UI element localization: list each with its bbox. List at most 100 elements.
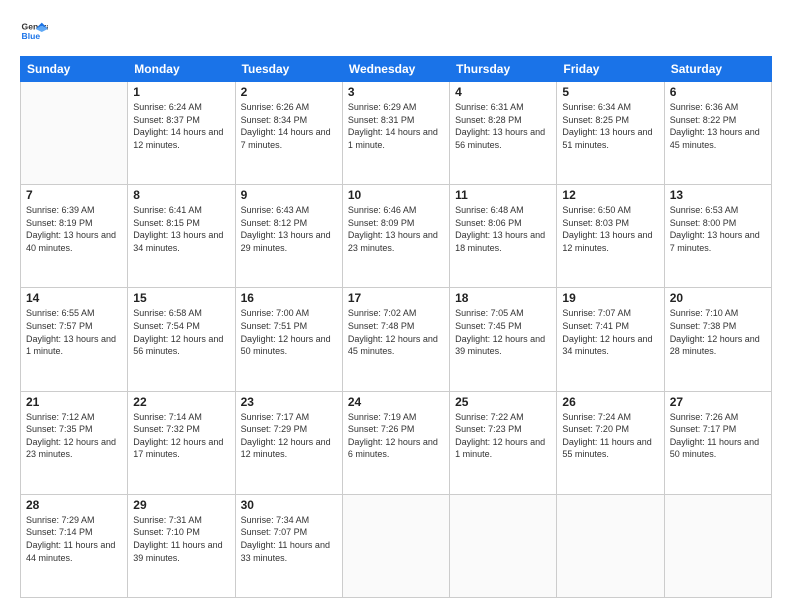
cell-day-number: 16 — [241, 291, 337, 305]
cell-sun-info: Sunrise: 6:55 AMSunset: 7:57 PMDaylight:… — [26, 307, 122, 357]
cell-day-number: 15 — [133, 291, 229, 305]
calendar-cell — [342, 494, 449, 597]
cell-sun-info: Sunrise: 7:22 AMSunset: 7:23 PMDaylight:… — [455, 411, 551, 461]
cell-day-number: 23 — [241, 395, 337, 409]
header: General Blue — [20, 18, 772, 46]
cell-sun-info: Sunrise: 7:05 AMSunset: 7:45 PMDaylight:… — [455, 307, 551, 357]
cell-sun-info: Sunrise: 7:00 AMSunset: 7:51 PMDaylight:… — [241, 307, 337, 357]
calendar-cell: 29 Sunrise: 7:31 AMSunset: 7:10 PMDayligh… — [128, 494, 235, 597]
calendar-cell: 10Sunrise: 6:46 AMSunset: 8:09 PMDayligh… — [342, 185, 449, 288]
calendar-cell — [664, 494, 771, 597]
calendar-cell: 13Sunrise: 6:53 AMSunset: 8:00 PMDayligh… — [664, 185, 771, 288]
cell-sun-info: Sunrise: 7:19 AMSunset: 7:26 PMDaylight:… — [348, 411, 444, 461]
cell-day-number: 22 — [133, 395, 229, 409]
calendar-cell — [450, 494, 557, 597]
cell-sun-info: Sunrise: 7:26 AMSunset: 7:17 PMDaylight:… — [670, 411, 766, 461]
cell-sun-info: Sunrise: 6:34 AMSunset: 8:25 PMDaylight:… — [562, 101, 658, 151]
cell-sun-info: Sunrise: 7:29 AMSunset: 7:14 PMDaylight:… — [26, 514, 122, 564]
calendar-table: SundayMondayTuesdayWednesdayThursdayFrid… — [20, 56, 772, 598]
day-header-sunday: Sunday — [21, 57, 128, 82]
cell-day-number: 26 — [562, 395, 658, 409]
day-header-wednesday: Wednesday — [342, 57, 449, 82]
cell-day-number: 11 — [455, 188, 551, 202]
cell-sun-info: Sunrise: 7:17 AMSunset: 7:29 PMDaylight:… — [241, 411, 337, 461]
calendar-cell: 24 Sunrise: 7:19 AMSunset: 7:26 PMDayligh… — [342, 391, 449, 494]
calendar-cell — [557, 494, 664, 597]
calendar-cell: 19 Sunrise: 7:07 AMSunset: 7:41 PMDayligh… — [557, 288, 664, 391]
calendar-cell: 3Sunrise: 6:29 AMSunset: 8:31 PMDaylight… — [342, 82, 449, 185]
calendar-cell: 2 Sunrise: 6:26 AMSunset: 8:34 PMDaylight… — [235, 82, 342, 185]
cell-day-number: 8 — [133, 188, 229, 202]
calendar-week-2: 7 Sunrise: 6:39 AMSunset: 8:19 PMDaylight… — [21, 185, 772, 288]
cell-sun-info: Sunrise: 6:24 AMSunset: 8:37 PMDaylight:… — [133, 101, 229, 151]
cell-day-number: 19 — [562, 291, 658, 305]
cell-day-number: 13 — [670, 188, 766, 202]
cell-sun-info: Sunrise: 7:12 AMSunset: 7:35 PMDaylight:… — [26, 411, 122, 461]
calendar-cell: 23 Sunrise: 7:17 AMSunset: 7:29 PMDayligh… — [235, 391, 342, 494]
cell-sun-info: Sunrise: 6:43 AMSunset: 8:12 PMDaylight:… — [241, 204, 337, 254]
calendar-cell: 6Sunrise: 6:36 AMSunset: 8:22 PMDaylight… — [664, 82, 771, 185]
cell-sun-info: Sunrise: 6:26 AMSunset: 8:34 PMDaylight:… — [241, 101, 337, 151]
cell-day-number: 14 — [26, 291, 122, 305]
calendar-cell: 9 Sunrise: 6:43 AMSunset: 8:12 PMDaylight… — [235, 185, 342, 288]
cell-sun-info: Sunrise: 7:34 AMSunset: 7:07 PMDaylight:… — [241, 514, 337, 564]
calendar-cell: 12 Sunrise: 6:50 AMSunset: 8:03 PMDayligh… — [557, 185, 664, 288]
calendar-cell: 21 Sunrise: 7:12 AMSunset: 7:35 PMDayligh… — [21, 391, 128, 494]
cell-day-number: 30 — [241, 498, 337, 512]
calendar-cell: 7 Sunrise: 6:39 AMSunset: 8:19 PMDaylight… — [21, 185, 128, 288]
cell-sun-info: Sunrise: 6:31 AMSunset: 8:28 PMDaylight:… — [455, 101, 551, 151]
day-header-saturday: Saturday — [664, 57, 771, 82]
calendar-cell: 15 Sunrise: 6:58 AMSunset: 7:54 PMDayligh… — [128, 288, 235, 391]
cell-day-number: 7 — [26, 188, 122, 202]
cell-sun-info: Sunrise: 6:39 AMSunset: 8:19 PMDaylight:… — [26, 204, 122, 254]
cell-sun-info: Sunrise: 6:58 AMSunset: 7:54 PMDaylight:… — [133, 307, 229, 357]
svg-text:Blue: Blue — [22, 31, 41, 41]
cell-day-number: 5 — [562, 85, 658, 99]
generalblue-logo-icon: General Blue — [20, 18, 48, 46]
cell-sun-info: Sunrise: 7:10 AMSunset: 7:38 PMDaylight:… — [670, 307, 766, 357]
day-header-monday: Monday — [128, 57, 235, 82]
cell-day-number: 4 — [455, 85, 551, 99]
cell-day-number: 29 — [133, 498, 229, 512]
calendar-cell: 5 Sunrise: 6:34 AMSunset: 8:25 PMDaylight… — [557, 82, 664, 185]
cell-sun-info: Sunrise: 6:41 AMSunset: 8:15 PMDaylight:… — [133, 204, 229, 254]
calendar-cell: 28 Sunrise: 7:29 AMSunset: 7:14 PMDayligh… — [21, 494, 128, 597]
calendar-cell — [21, 82, 128, 185]
calendar-week-5: 28 Sunrise: 7:29 AMSunset: 7:14 PMDayligh… — [21, 494, 772, 597]
calendar-week-3: 14 Sunrise: 6:55 AMSunset: 7:57 PMDayligh… — [21, 288, 772, 391]
cell-sun-info: Sunrise: 7:14 AMSunset: 7:32 PMDaylight:… — [133, 411, 229, 461]
cell-sun-info: Sunrise: 7:07 AMSunset: 7:41 PMDaylight:… — [562, 307, 658, 357]
cell-day-number: 9 — [241, 188, 337, 202]
calendar-week-4: 21 Sunrise: 7:12 AMSunset: 7:35 PMDayligh… — [21, 391, 772, 494]
calendar-cell: 22 Sunrise: 7:14 AMSunset: 7:32 PMDayligh… — [128, 391, 235, 494]
cell-day-number: 17 — [348, 291, 444, 305]
cell-day-number: 20 — [670, 291, 766, 305]
day-header-tuesday: Tuesday — [235, 57, 342, 82]
calendar-cell: 16 Sunrise: 7:00 AMSunset: 7:51 PMDayligh… — [235, 288, 342, 391]
cell-day-number: 3 — [348, 85, 444, 99]
calendar-cell: 26Sunrise: 7:24 AMSunset: 7:20 PMDayligh… — [557, 391, 664, 494]
cell-day-number: 2 — [241, 85, 337, 99]
cell-day-number: 24 — [348, 395, 444, 409]
cell-sun-info: Sunrise: 6:36 AMSunset: 8:22 PMDaylight:… — [670, 101, 766, 151]
calendar-cell: 17 Sunrise: 7:02 AMSunset: 7:48 PMDayligh… — [342, 288, 449, 391]
calendar-cell: 1Sunrise: 6:24 AMSunset: 8:37 PMDaylight… — [128, 82, 235, 185]
cell-day-number: 18 — [455, 291, 551, 305]
cell-day-number: 21 — [26, 395, 122, 409]
day-header-thursday: Thursday — [450, 57, 557, 82]
calendar-week-1: 1Sunrise: 6:24 AMSunset: 8:37 PMDaylight… — [21, 82, 772, 185]
cell-day-number: 28 — [26, 498, 122, 512]
calendar-cell: 14 Sunrise: 6:55 AMSunset: 7:57 PMDayligh… — [21, 288, 128, 391]
calendar-cell: 25 Sunrise: 7:22 AMSunset: 7:23 PMDayligh… — [450, 391, 557, 494]
cell-sun-info: Sunrise: 7:31 AMSunset: 7:10 PMDaylight:… — [133, 514, 229, 564]
cell-day-number: 27 — [670, 395, 766, 409]
calendar-cell: 4 Sunrise: 6:31 AMSunset: 8:28 PMDaylight… — [450, 82, 557, 185]
cell-sun-info: Sunrise: 7:02 AMSunset: 7:48 PMDaylight:… — [348, 307, 444, 357]
calendar-cell: 27 Sunrise: 7:26 AMSunset: 7:17 PMDayligh… — [664, 391, 771, 494]
day-header-friday: Friday — [557, 57, 664, 82]
calendar-cell: 8 Sunrise: 6:41 AMSunset: 8:15 PMDaylight… — [128, 185, 235, 288]
logo: General Blue — [20, 18, 48, 46]
cell-sun-info: Sunrise: 6:50 AMSunset: 8:03 PMDaylight:… — [562, 204, 658, 254]
cell-day-number: 25 — [455, 395, 551, 409]
cell-day-number: 12 — [562, 188, 658, 202]
